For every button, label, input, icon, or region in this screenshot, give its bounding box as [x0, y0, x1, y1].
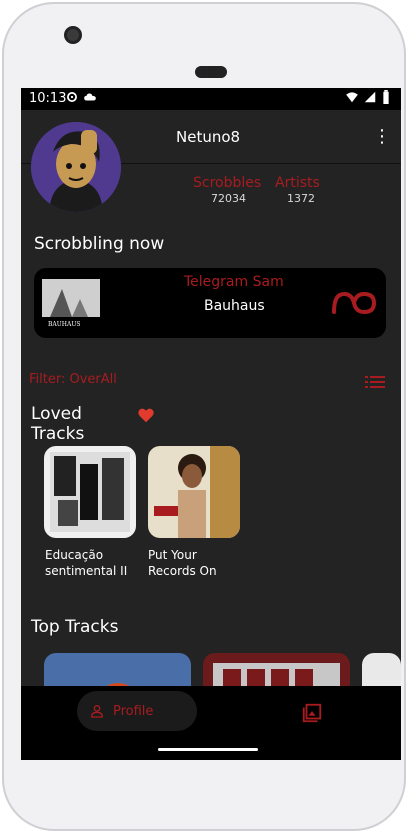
stat-artists-label: Artists	[275, 175, 320, 191]
status-time: 10:13	[29, 91, 67, 106]
svg-text:BAUHAUS: BAUHAUS	[48, 321, 81, 328]
avatar[interactable]	[31, 122, 121, 212]
settings-icon	[67, 92, 77, 102]
person-icon	[90, 705, 104, 718]
loved-track-title: Educação sentimental II	[45, 548, 128, 578]
gallery-icon[interactable]	[301, 702, 323, 724]
loved-track-tile[interactable]	[44, 446, 136, 538]
loved-track-title: Put Your Records On	[148, 548, 217, 578]
stat-artists[interactable]: Artists 1372	[275, 175, 365, 205]
app-screen: 10:13 Netuno8 ⋮ Scrobbles 72034 Artists …	[21, 88, 401, 760]
scrobbling-now-card[interactable]: BAUHAUS Telegram Sam Bauhaus	[34, 268, 386, 338]
scrobbling-track: Bauhaus	[204, 298, 265, 314]
nav-profile-label: Profile	[113, 704, 154, 719]
loved-track-tile[interactable]	[148, 446, 240, 538]
stat-scrobbles-value: 72034	[211, 192, 246, 205]
more-options-icon[interactable]: ⋮	[373, 128, 391, 146]
speaker-grille	[195, 66, 227, 78]
home-indicator[interactable]	[158, 748, 258, 751]
front-camera	[64, 26, 82, 44]
lastfm-icon	[332, 291, 377, 315]
avatar-illustration	[31, 122, 121, 212]
username: Netuno8	[176, 128, 241, 146]
filter-label[interactable]: Filter: OverAll	[29, 372, 117, 387]
scrobbling-now-title: Scrobbling now	[34, 234, 165, 254]
scrobbling-artist: Telegram Sam	[184, 274, 284, 290]
loved-tracks-title: Loved Tracks	[31, 404, 85, 444]
heart-icon	[138, 408, 154, 423]
filter-list-icon[interactable]	[365, 375, 385, 389]
top-tracks-title: Top Tracks	[31, 617, 119, 637]
stat-scrobbles[interactable]: Scrobbles 72034	[193, 175, 283, 205]
stat-artists-value: 1372	[287, 192, 315, 205]
wifi-icon	[345, 92, 358, 103]
phone-frame: 10:13 Netuno8 ⋮ Scrobbles 72034 Artists …	[2, 2, 406, 831]
status-left-icons	[65, 90, 97, 108]
battery-icon	[383, 90, 389, 104]
status-right-icons	[345, 90, 391, 108]
loved-track-cover-2	[148, 446, 240, 538]
cloud-icon	[84, 93, 96, 101]
signal-icon	[364, 91, 376, 103]
bottom-navigation: Profile	[21, 686, 401, 760]
nav-profile-button[interactable]: Profile	[77, 691, 197, 731]
album-cover: BAUHAUS	[42, 279, 100, 329]
status-bar: 10:13	[21, 88, 401, 110]
stat-scrobbles-label: Scrobbles	[193, 175, 262, 191]
loved-track-cover-1	[44, 446, 136, 538]
